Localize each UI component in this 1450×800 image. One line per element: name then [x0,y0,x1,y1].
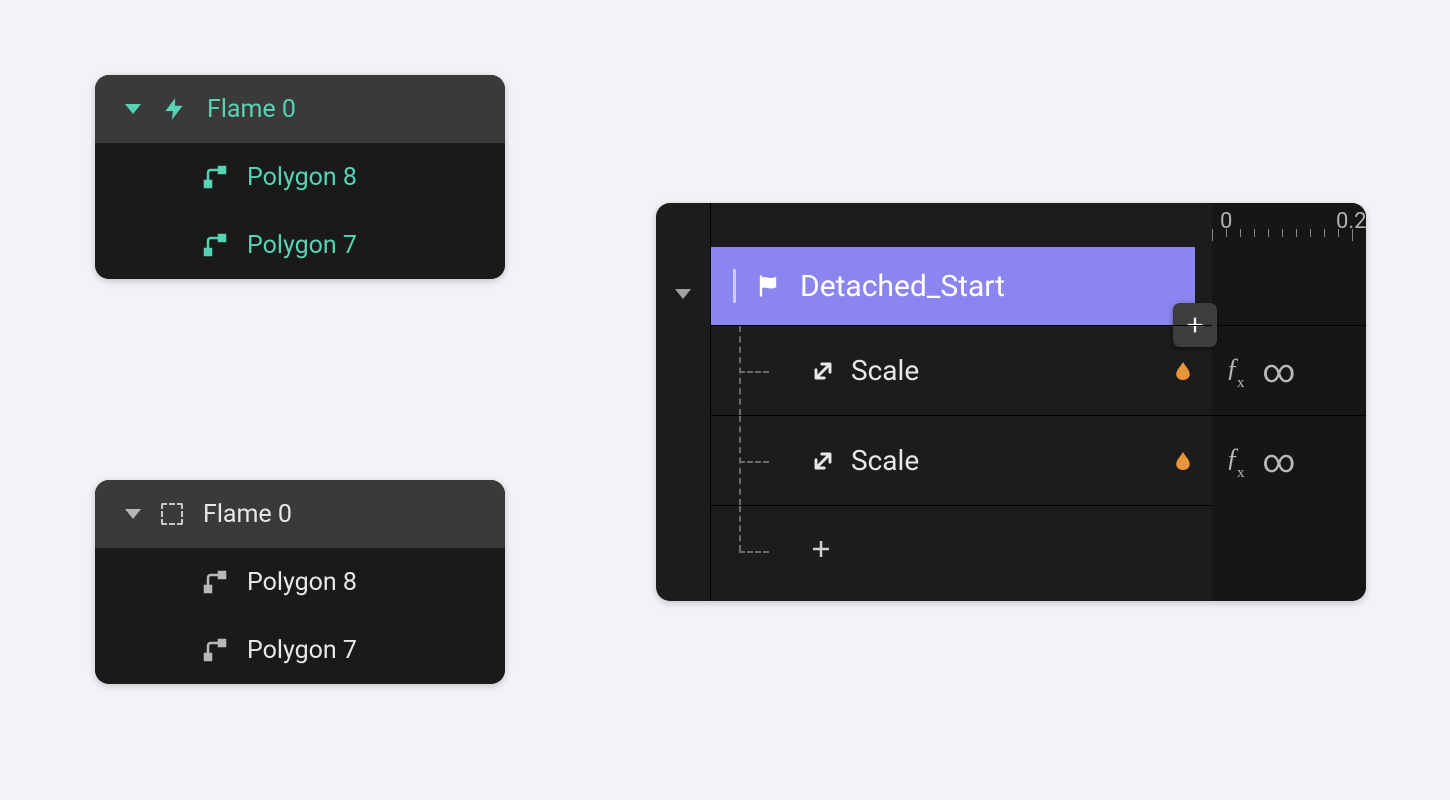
flag-icon [754,272,782,300]
scale-arrow-icon [809,447,837,475]
add-property-row[interactable] [711,505,1212,595]
hierarchy-panel-highlighted: Flame 0 Polygon 8 Polygon 7 [95,75,505,279]
timeline-track-header[interactable]: Detached_Start [711,247,1195,325]
infinity-icon[interactable]: ∞ [1263,442,1296,480]
hierarchy-panel-normal: Flame 0 Polygon 8 Polygon 7 [95,480,505,684]
hierarchy-child-label: Polygon 7 [247,636,357,665]
property-row[interactable]: Scale [711,325,1212,415]
hierarchy-child-row[interactable]: Polygon 7 [95,211,505,279]
polygon-icon [203,638,227,662]
hierarchy-child-row[interactable]: Polygon 8 [95,143,505,211]
property-label: Scale [851,354,919,387]
hierarchy-parent-label: Flame 0 [207,95,296,124]
timeline-ruler[interactable]: 0 0.2 [1212,203,1366,247]
keyframe-flag-icon[interactable] [1176,452,1190,470]
polygon-icon [203,570,227,594]
track-marker-icon [733,269,736,303]
hierarchy-child-row[interactable]: Polygon 7 [95,616,505,684]
keyframe-flag-icon[interactable] [1176,362,1190,380]
tree-line [711,416,809,505]
tree-line [711,326,809,415]
polygon-icon [203,165,227,189]
ruler-ticks [1212,229,1366,241]
property-label: Scale [851,444,919,477]
hierarchy-parent-row[interactable]: Flame 0 [95,75,505,143]
property-controls: ƒx ∞ [1212,415,1366,505]
bolt-icon [161,96,187,122]
hierarchy-parent-row[interactable]: Flame 0 [95,480,505,548]
scale-arrow-icon [809,357,837,385]
hierarchy-child-label: Polygon 8 [247,568,357,597]
infinity-icon[interactable]: ∞ [1263,352,1296,390]
hierarchy-child-label: Polygon 8 [247,163,357,192]
timeline-collapse-gutter [656,203,710,601]
hierarchy-child-row[interactable]: Polygon 8 [95,548,505,616]
fx-icon[interactable]: ƒx [1226,353,1247,387]
hierarchy-parent-label: Flame 0 [203,500,292,529]
property-row[interactable]: Scale [711,415,1212,505]
caret-down-icon[interactable] [125,104,141,114]
placeholder-icon [161,503,183,525]
polygon-icon [203,233,227,257]
caret-down-icon[interactable] [675,289,691,299]
track-name-label: Detached_Start [800,269,1005,304]
tree-line [711,506,809,595]
hierarchy-child-label: Polygon 7 [247,231,357,260]
property-controls: ƒx ∞ [1212,325,1366,415]
fx-icon[interactable]: ƒx [1226,443,1247,477]
caret-down-icon[interactable] [125,509,141,519]
timeline-panel: Detached_Start Scale [656,203,1366,601]
plus-icon [809,537,833,565]
